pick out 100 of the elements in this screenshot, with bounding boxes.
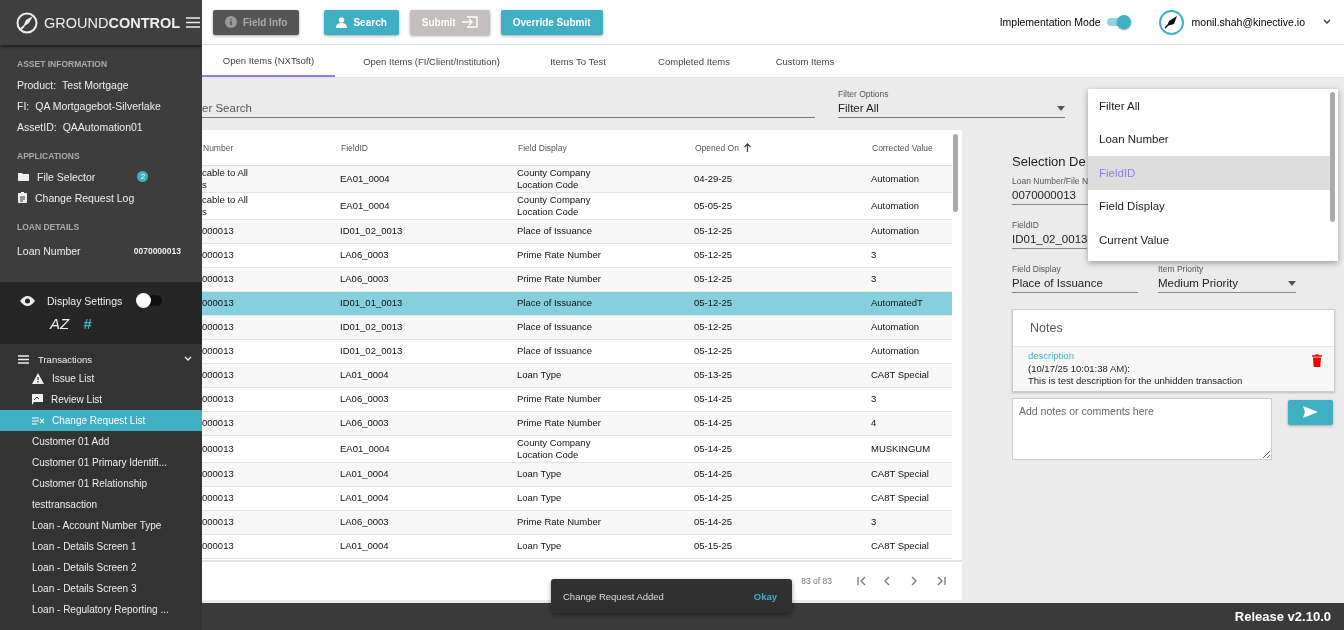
column-header[interactable]: Corrected Value — [872, 142, 933, 153]
app-logo-text: GROUNDCONTROL — [44, 14, 181, 31]
column-header[interactable]: Field Display — [518, 142, 567, 153]
table-row[interactable]: 000013 ID01_01_0013 Place of Issuance 05-12-25 AutomatedT — [202, 291, 952, 316]
sort-arrow-icon[interactable] — [743, 143, 751, 152]
section-heading: ASSET INFORMATION — [17, 57, 109, 71]
table-row[interactable]: 000013 EA01_0004 County Company Location Code 05-14-25 MUSKINGUM — [202, 435, 952, 463]
table-cell: LA06_0003 — [340, 393, 389, 405]
table-cell: 05-05-25 — [694, 199, 733, 211]
send-icon — [1303, 406, 1318, 418]
eye-icon — [20, 295, 35, 306]
column-header[interactable]: FieldID — [341, 142, 368, 153]
nav-item[interactable]: Customer 01 Add — [0, 431, 202, 452]
table-cell: 05-12-25 — [694, 297, 733, 309]
search-field[interactable]: er Search — [202, 99, 815, 118]
nav-item[interactable]: Issue List — [0, 368, 202, 389]
settings-label: Display Settings — [47, 294, 123, 307]
note-text: This is test description for the unhidden transaction — [1028, 375, 1244, 388]
table-cell: CA8T Special — [871, 492, 929, 504]
table-cell: LA06_0003 — [340, 273, 389, 285]
table-cell: cable to All s — [202, 193, 248, 217]
table-cell: ID01_02_0013 — [340, 321, 403, 333]
tab[interactable]: Custom Items — [760, 45, 850, 77]
table-cell: 000013 — [202, 417, 234, 429]
nav-item[interactable]: Loan - Details Screen 3 — [0, 578, 202, 599]
nav-item[interactable]: Loan - Details Screen 1 — [0, 536, 202, 557]
text-field[interactable]: FieldID ID01_02_0013 — [1012, 220, 1088, 249]
display-mode-toggle[interactable]: # — [83, 314, 92, 332]
toggle-switch[interactable] — [138, 295, 163, 306]
tab[interactable]: Completed Items — [634, 45, 754, 77]
table-cell: Place of Issuance — [517, 297, 592, 309]
release-version: Release v2.10.0 — [1234, 609, 1331, 624]
table-cell: Loan Type — [517, 369, 562, 381]
filter-select[interactable]: Filter Options Filter All — [838, 89, 1065, 118]
tab[interactable]: Items To Test — [528, 45, 628, 77]
table-row[interactable]: 000013 LA01_0004 Loan Type 05-13-25 CA8T Special — [202, 363, 952, 388]
table-cell: Prime Rate Number — [517, 273, 601, 285]
user-email[interactable]: monil.shah@kinective.io — [1191, 16, 1305, 28]
dropdown-option[interactable]: Filter All — [1088, 89, 1330, 123]
nav-item[interactable]: Loan - Details Screen 2 — [0, 557, 202, 578]
nav-item[interactable]: Loan - Regulatory Reporting ... — [0, 599, 202, 620]
trash-icon[interactable] — [1312, 354, 1322, 367]
send-button[interactable] — [1288, 399, 1333, 425]
field-value: QAAutomation01 — [62, 120, 143, 133]
table-row[interactable]: 000013 LA06_0003 Prime Rate Number 05-12-25 3 — [202, 243, 952, 268]
nav-item[interactable]: testtransaction — [0, 494, 202, 515]
avatar[interactable] — [1158, 9, 1184, 35]
tab[interactable]: Open Items (FI/Client/Institution) — [341, 45, 522, 77]
table-cell: 000013 — [202, 225, 234, 237]
table-row[interactable]: 000013 LA06_0003 Prime Rate Number 05-14-25 3 — [202, 387, 952, 412]
table-cell: 000013 — [202, 273, 234, 285]
chevron-down-icon[interactable] — [1323, 19, 1331, 25]
column-header[interactable]: Number — [203, 142, 234, 153]
table-row[interactable]: 000013 LA01_0004 Loan Type 05-15-25 CA8T Special — [202, 534, 952, 559]
table-row[interactable]: 000013 ID01_02_0013 Place of Issuance 05-12-25 Automation — [202, 315, 952, 340]
section-heading: LOAN DETAILS — [17, 220, 81, 234]
column-header[interactable]: Opened On — [695, 142, 739, 153]
table-cell: 05-12-25 — [694, 345, 733, 357]
table-cell: ID01_02_0013 — [340, 345, 403, 357]
table-cell: 4 — [871, 417, 877, 429]
info-icon — [225, 16, 237, 28]
field-label: Product: — [17, 78, 57, 91]
nav-item[interactable]: Loan - Account Number Type — [0, 515, 202, 536]
sidebar-link[interactable]: File Selector — [37, 170, 96, 183]
table-row[interactable]: 000013 ID01_02_0013 Place of Issuance 05-12-25 Automation — [202, 339, 952, 364]
table-row[interactable]: 000013 LA06_0003 Prime Rate Number 05-14-25 4 — [202, 411, 952, 436]
table-row[interactable]: cable to All s EA01_0004 County Company Location Code 05-05-25 Automation — [202, 192, 952, 220]
table-cell: 000013 — [202, 540, 234, 552]
toggle-switch[interactable] — [1106, 18, 1129, 26]
menu-icon[interactable] — [186, 17, 201, 28]
table-row[interactable]: cable to All s EA01_0004 County Company Location Code 04-29-25 Automation — [202, 165, 952, 193]
table-cell: 000013 — [202, 297, 234, 309]
table-row[interactable]: 000013 LA06_0003 Prime Rate Number 05-14-25 3 — [202, 510, 952, 535]
notes-input[interactable]: Add notes or comments here — [1012, 397, 1272, 460]
table-cell: LA06_0003 — [340, 516, 389, 528]
nav-item[interactable]: Customer 01 Relationship — [0, 473, 202, 494]
snackbar-action[interactable]: Okay — [753, 590, 777, 602]
mode-label: Implementation Mode — [999, 16, 1101, 28]
field-label: Loan Number — [17, 244, 81, 257]
display-mode-toggle[interactable]: AZ — [50, 314, 70, 332]
table-cell: Loan Type — [517, 540, 562, 552]
first-page-icon[interactable] — [856, 576, 867, 586]
table-cell: 000013 — [202, 369, 234, 381]
table-cell: 05-12-25 — [694, 249, 733, 261]
table-cell: Loan Type — [517, 492, 562, 504]
table-cell: County Company Location Code — [517, 166, 591, 190]
nav-item[interactable]: Review List — [0, 389, 202, 410]
table-row[interactable]: 000013 ID01_02_0013 Place of Issuance 05-12-25 Automation — [202, 219, 952, 244]
select-field[interactable]: Item Priority Medium Priority — [1158, 264, 1296, 293]
text-field[interactable]: Field Display Place of Issuance — [1012, 264, 1138, 293]
table-row[interactable]: 000013 LA06_0003 Prime Rate Number 05-12-25 3 — [202, 267, 952, 292]
table-cell: 000013 — [202, 249, 234, 261]
sidebar-link[interactable]: Change Request Log — [35, 191, 135, 204]
table-cell: 05-14-25 — [694, 417, 733, 429]
nav-item[interactable]: Customer 01 Primary Identifi... — [0, 452, 202, 473]
last-page-icon[interactable] — [937, 576, 948, 586]
table-row[interactable]: 000013 LA01_0004 Loan Type 05-14-25 CA8T Special — [202, 462, 952, 487]
table-cell: Automation — [871, 321, 920, 333]
table-row[interactable]: 000013 LA01_0004 Loan Type 05-14-25 CA8T Special — [202, 486, 952, 511]
group-label[interactable]: Transactions — [38, 353, 175, 365]
